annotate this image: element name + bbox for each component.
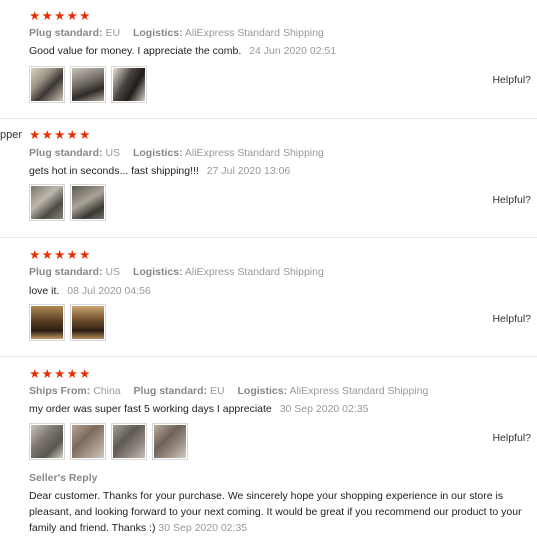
seller-reply-label: Seller's Reply	[29, 472, 98, 484]
star-icon: ★	[79, 9, 91, 23]
star-icon: ★	[54, 248, 66, 262]
review-date: 27 Jul 2020 13:06	[206, 165, 291, 177]
review-photo[interactable]	[152, 423, 188, 460]
star-rating: ★ ★ ★ ★ ★	[29, 9, 91, 23]
meta-value: AliExpress Standard Shipping	[184, 266, 324, 278]
star-icon: ★	[79, 367, 91, 381]
meta-value: US	[105, 147, 121, 159]
comment-text: gets hot in seconds... fast shipping!!!	[29, 165, 199, 177]
helpful-button[interactable]: Helpful?	[492, 194, 531, 206]
comment-text: Good value for money. I appreciate the c…	[29, 45, 242, 57]
meta-key: Logistics:	[132, 27, 183, 39]
review-meta: Ships From: China Plug standard: EU Logi…	[29, 385, 438, 397]
review-photo[interactable]	[70, 304, 106, 341]
meta-key: Plug standard:	[133, 385, 208, 397]
star-icon: ★	[41, 367, 53, 381]
meta-value: EU	[209, 385, 225, 397]
review-photo[interactable]	[70, 66, 106, 103]
star-icon: ★	[54, 367, 66, 381]
meta-key: Logistics:	[237, 385, 288, 397]
reviews-list: ★ ★ ★ ★ ★ Plug standard: EU Logistics: A…	[0, 0, 537, 538]
star-icon: ★	[41, 248, 53, 262]
helpful-button[interactable]: Helpful?	[492, 74, 531, 86]
review-photo[interactable]	[70, 423, 106, 460]
photo-thumbnails	[29, 184, 106, 221]
review-comment: love it. 08 Jul 2020 04:56	[29, 285, 151, 297]
review-date: 24 Jun 2020 02:51	[249, 45, 337, 57]
review-photo[interactable]	[29, 304, 65, 341]
review-comment: gets hot in seconds... fast shipping!!! …	[29, 165, 290, 177]
seller-reply-body: Dear customer. Thanks for your purchase.…	[29, 490, 522, 534]
comment-text: my order was super fast 5 working days I…	[29, 403, 272, 415]
meta-key: Plug standard:	[29, 27, 103, 39]
review-date: 08 Jul 2020 04:56	[67, 285, 151, 297]
star-icon: ★	[29, 9, 41, 23]
meta-value: AliExpress Standard Shipping	[184, 27, 324, 39]
review-meta: Plug standard: US Logistics: AliExpress …	[29, 147, 334, 159]
review-photo[interactable]	[29, 66, 65, 103]
star-icon: ★	[29, 128, 41, 142]
helpful-button[interactable]: Helpful?	[492, 313, 531, 325]
reviewer-name: pper	[0, 129, 23, 141]
star-icon: ★	[41, 128, 53, 142]
seller-reply-date: 30 Sep 2020 02:35	[158, 522, 248, 534]
review-photo[interactable]	[29, 423, 65, 460]
star-rating: ★ ★ ★ ★ ★	[29, 128, 91, 142]
star-rating: ★ ★ ★ ★ ★	[29, 248, 91, 262]
meta-key: Logistics:	[132, 266, 183, 278]
star-icon: ★	[29, 248, 41, 262]
star-icon: ★	[54, 128, 66, 142]
star-icon: ★	[29, 367, 41, 381]
star-icon: ★	[66, 9, 78, 23]
review-divider	[0, 237, 537, 238]
review-divider	[0, 356, 537, 357]
meta-key: Plug standard:	[29, 147, 103, 159]
review-meta: Plug standard: EU Logistics: AliExpress …	[29, 27, 334, 39]
star-icon: ★	[41, 9, 53, 23]
review-photo[interactable]	[111, 423, 147, 460]
helpful-button[interactable]: Helpful?	[492, 432, 531, 444]
review-comment: my order was super fast 5 working days I…	[29, 403, 368, 415]
star-icon: ★	[79, 248, 91, 262]
review-divider	[0, 118, 537, 119]
meta-value: China	[93, 385, 121, 397]
review-comment: Good value for money. I appreciate the c…	[29, 45, 336, 57]
review-photo[interactable]	[111, 66, 147, 103]
meta-value: AliExpress Standard Shipping	[184, 147, 324, 159]
review-date: 30 Sep 2020 02:35	[279, 403, 369, 415]
meta-value: EU	[105, 27, 121, 39]
meta-value: US	[105, 266, 121, 278]
star-icon: ★	[66, 248, 78, 262]
star-icon: ★	[66, 367, 78, 381]
meta-key: Ships From:	[29, 385, 91, 397]
star-rating: ★ ★ ★ ★ ★	[29, 367, 91, 381]
star-icon: ★	[54, 9, 66, 23]
comment-text: love it.	[29, 285, 60, 297]
meta-value: AliExpress Standard Shipping	[289, 385, 429, 397]
review-photo[interactable]	[70, 184, 106, 221]
photo-thumbnails	[29, 304, 106, 341]
review-meta: Plug standard: US Logistics: AliExpress …	[29, 266, 334, 278]
photo-thumbnails	[29, 66, 147, 103]
photo-thumbnails	[29, 423, 188, 460]
star-icon: ★	[79, 128, 91, 142]
star-icon: ★	[66, 128, 78, 142]
review-photo[interactable]	[29, 184, 65, 221]
meta-key: Logistics:	[132, 147, 183, 159]
seller-reply-text: Dear customer. Thanks for your purchase.…	[29, 488, 537, 536]
meta-key: Plug standard:	[29, 266, 103, 278]
